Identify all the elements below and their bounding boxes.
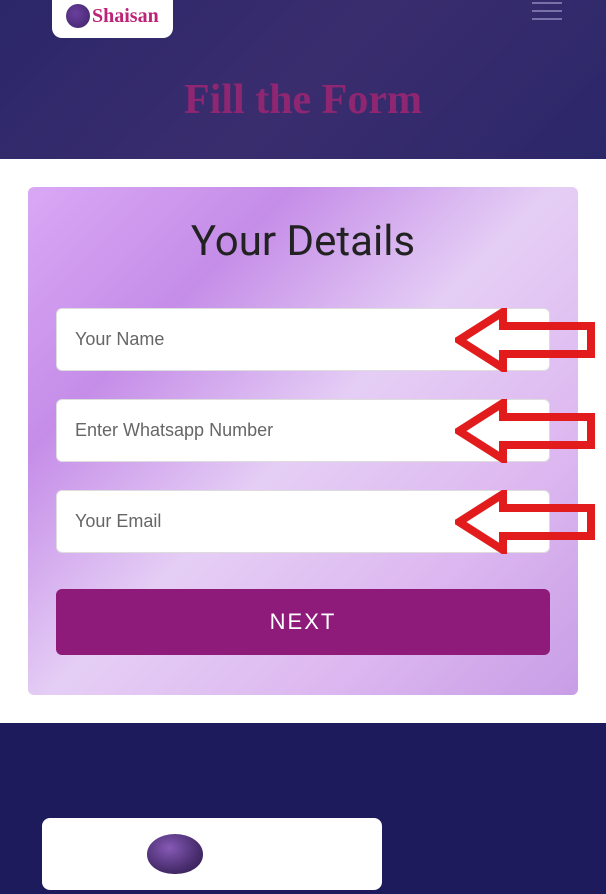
email-input[interactable]: [56, 490, 550, 553]
footer: [0, 723, 606, 894]
email-field-wrapper: [56, 490, 550, 553]
form-card: Your Details NEXT: [28, 187, 578, 695]
header: Shaisan Fill the Form: [0, 0, 606, 159]
form-heading: Your Details: [56, 217, 550, 266]
header-top: Shaisan: [24, 0, 582, 38]
logo-icon: [66, 4, 90, 28]
name-input[interactable]: [56, 308, 550, 371]
whatsapp-input[interactable]: [56, 399, 550, 462]
logo-container[interactable]: Shaisan: [52, 0, 173, 38]
form-wrapper: Your Details NEXT: [0, 159, 606, 723]
hamburger-menu-icon[interactable]: [532, 2, 562, 26]
name-field-wrapper: [56, 308, 550, 371]
whatsapp-field-wrapper: [56, 399, 550, 462]
next-button[interactable]: NEXT: [56, 589, 550, 655]
logo: Shaisan: [66, 4, 159, 28]
logo-text: Shaisan: [92, 5, 159, 28]
page-title: Fill the Form: [24, 76, 582, 124]
footer-logo-icon: [147, 834, 203, 874]
footer-logo-container[interactable]: [42, 818, 382, 890]
